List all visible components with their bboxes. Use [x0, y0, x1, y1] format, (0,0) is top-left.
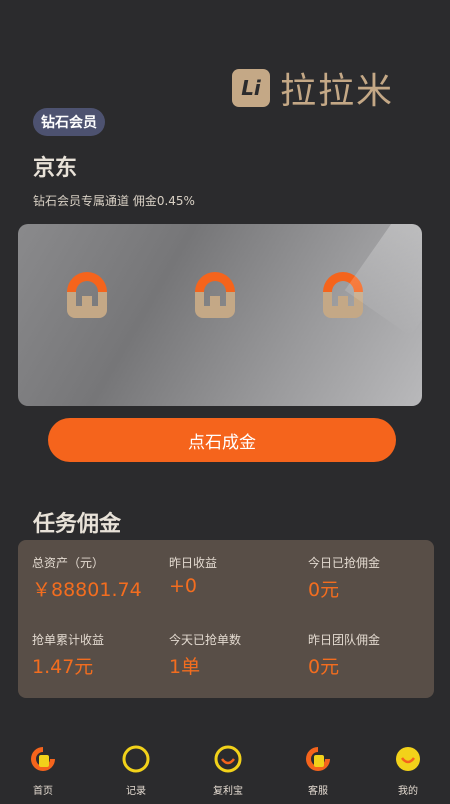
tab-home[interactable]: 首页 — [13, 744, 73, 797]
stat-label: 总资产（元） — [32, 556, 105, 570]
service-magnet-icon — [306, 747, 330, 771]
stat-today-orders: 今天已抢单数 1单 — [169, 631, 241, 679]
stat-team-commission: 昨日团队佣金 0元 — [308, 631, 380, 679]
stat-label: 抢单累计收益 — [32, 633, 105, 647]
stat-label: 今天已抢单数 — [169, 633, 242, 647]
stat-yesterday-income: 昨日收益 +0 — [169, 554, 217, 597]
stat-value: 0元 — [308, 579, 340, 601]
tab-record[interactable]: 记录 — [106, 744, 166, 797]
tab-fulibao[interactable]: 复利宝 — [198, 744, 258, 797]
logo-mark-icon: Li — [232, 69, 270, 107]
magnet-icon — [323, 272, 363, 318]
grab-order-card — [18, 224, 422, 406]
grab-order-button[interactable]: 点石成金 — [48, 418, 396, 462]
stat-cumulative-income: 抢单累计收益 1.47元 — [32, 631, 104, 679]
smile-circle-icon — [214, 745, 242, 773]
magnet-icon — [195, 272, 235, 318]
tab-label: 复利宝 — [213, 786, 243, 797]
tab-profile[interactable]: 我的 — [378, 744, 438, 797]
stat-value: 1.47元 — [32, 656, 94, 678]
bottom-tab-bar: 首页 记录 复利宝 客服 我的 — [0, 744, 450, 804]
tab-label: 客服 — [308, 786, 328, 797]
tab-label: 记录 — [126, 786, 146, 797]
magnet-icon — [67, 272, 107, 318]
stat-value: 1单 — [169, 656, 201, 678]
stat-label: 昨日团队佣金 — [308, 633, 381, 647]
profile-smile-icon — [396, 747, 420, 771]
tab-label: 我的 — [398, 786, 418, 797]
stat-value: 0元 — [308, 656, 340, 678]
stat-total-assets: 总资产（元） ￥88801.74 — [32, 554, 142, 602]
stat-label: 今日已抢佣金 — [308, 556, 381, 570]
stat-value: ￥88801.74 — [32, 579, 142, 601]
tab-service[interactable]: 客服 — [288, 744, 348, 797]
home-magnet-icon — [31, 747, 55, 771]
channel-subtitle: 钻石会员专属通道 佣金0.45% — [33, 194, 195, 208]
record-circle-icon — [122, 745, 150, 773]
tab-label: 首页 — [33, 786, 53, 797]
stat-label: 昨日收益 — [169, 556, 218, 570]
stat-value: +0 — [169, 575, 198, 597]
commission-stats-panel: 总资产（元） ￥88801.74 昨日收益 +0 今日已抢佣金 0元 抢单累计收… — [18, 540, 434, 698]
platform-title: 京东 — [33, 156, 78, 181]
stat-today-commission: 今日已抢佣金 0元 — [308, 554, 380, 602]
member-badge: 钻石会员 — [33, 108, 105, 136]
brand-logo: Li 拉拉米 — [232, 62, 394, 114]
section-title: 任务佣金 — [33, 512, 122, 537]
brand-name: 拉拉米 — [280, 71, 395, 112]
